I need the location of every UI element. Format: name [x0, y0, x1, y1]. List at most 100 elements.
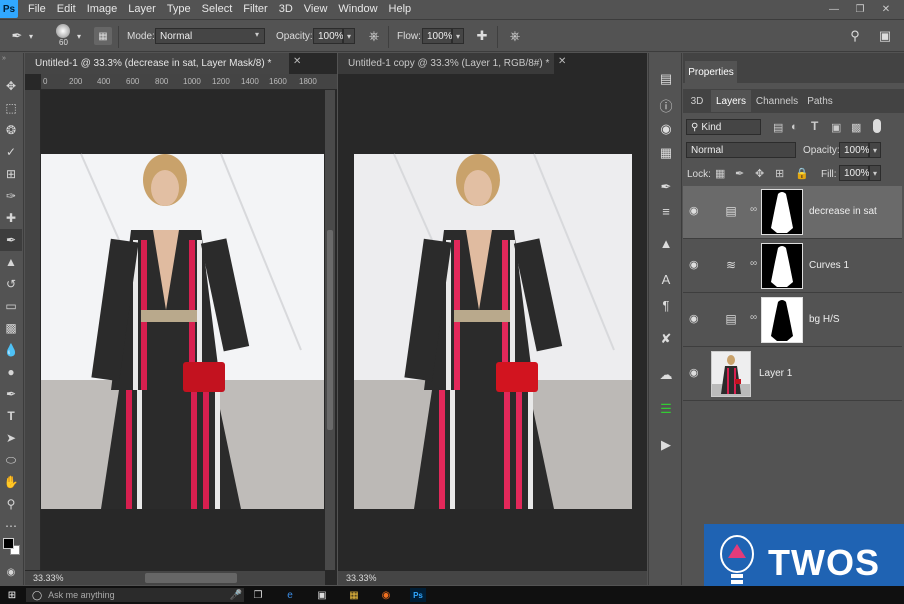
eraser-icon[interactable]: ▭	[0, 295, 22, 317]
link-icon[interactable]: ∞	[750, 258, 757, 269]
tab-channels[interactable]: Channels	[753, 90, 801, 112]
doc-tab-1[interactable]: Untitled-1 @ 33.3% (decrease in sat, Lay…	[25, 53, 289, 74]
layer-thumbnail[interactable]	[711, 351, 751, 397]
close-tab-icon[interactable]: ✕	[558, 56, 580, 72]
lock-artboard-icon[interactable]: ⊞	[775, 167, 784, 180]
menu-select[interactable]: Select	[202, 3, 233, 15]
pressure-size-icon[interactable]: ⎈	[506, 27, 524, 45]
collapse-toolbar-icon[interactable]: »	[2, 55, 6, 62]
blend-mode-select[interactable]: Normal	[686, 142, 796, 158]
lock-pixels-icon[interactable]: ✒	[735, 167, 744, 180]
lock-transparent-icon[interactable]: ▦	[715, 167, 725, 180]
file-explorer-icon[interactable]: ▦	[346, 588, 362, 602]
menu-help[interactable]: Help	[389, 3, 412, 15]
quick-select-icon[interactable]: ✓	[0, 141, 22, 163]
brush-preset-icon[interactable]: ✒	[8, 27, 26, 45]
menu-layer[interactable]: Layer	[128, 3, 156, 15]
layer-name[interactable]: Layer 1	[759, 368, 792, 379]
brush-settings-icon[interactable]: ▦	[94, 27, 112, 45]
mode-select[interactable]: Normal	[155, 28, 265, 44]
pen-icon[interactable]: ✒	[0, 383, 22, 405]
edge-icon[interactable]: e	[282, 588, 298, 602]
canvas-2[interactable]	[354, 90, 632, 570]
layer-row[interactable]: ◉ ≋ ∞ Curves 1	[683, 240, 902, 293]
pressure-opacity-icon[interactable]: ⎈	[365, 27, 383, 45]
brush-panel-icon[interactable]: ✒	[655, 177, 677, 197]
adjustment-filter-icon[interactable]: ◐	[791, 121, 798, 133]
menu-filter[interactable]: Filter	[243, 3, 267, 15]
menu-view[interactable]: View	[304, 3, 328, 15]
opacity-dropdown[interactable]: ▾	[343, 28, 355, 44]
eye-icon[interactable]: ◉	[689, 312, 703, 326]
history-brush-icon[interactable]: ↺	[0, 273, 22, 295]
layer-name[interactable]: Curves 1	[809, 260, 849, 271]
paragraph-icon[interactable]: ¶	[655, 295, 677, 315]
path-select-icon[interactable]: ➤	[0, 427, 22, 449]
color-icon[interactable]: ◉	[655, 119, 677, 139]
fill-dropdown[interactable]: ▾	[869, 165, 881, 181]
pixel-filter-icon[interactable]: ▤	[773, 121, 783, 134]
eye-icon[interactable]: ◉	[689, 258, 703, 272]
airbrush-icon[interactable]: ✚	[473, 27, 491, 45]
shape-filter-icon[interactable]: ▣	[831, 121, 841, 134]
blur-icon[interactable]: 💧	[0, 339, 22, 361]
tab-properties[interactable]: Properties	[685, 61, 737, 83]
tools-preset-icon[interactable]: ✘	[655, 329, 677, 349]
close-icon[interactable]: ✕	[874, 0, 898, 18]
layer-row[interactable]: ◉ ▤ ∞ bg H/S	[683, 294, 902, 347]
adjustments-icon[interactable]: ≡	[655, 201, 677, 221]
flow-dropdown[interactable]: ▾	[452, 28, 464, 44]
tab-paths[interactable]: Paths	[803, 90, 837, 112]
lock-all-icon[interactable]: 🔒	[795, 167, 809, 180]
filter-toggle-icon[interactable]	[873, 119, 881, 133]
marquee-icon[interactable]: ⬚	[0, 97, 22, 119]
menu-file[interactable]: File	[28, 3, 46, 15]
move-icon[interactable]: ✥	[0, 75, 22, 97]
clone-source-icon[interactable]: ▲	[655, 233, 677, 253]
type-icon[interactable]: T	[0, 405, 22, 427]
zoom-level[interactable]: 33.33%	[346, 573, 377, 583]
store-icon[interactable]: ▣	[314, 588, 330, 602]
actions-play-icon[interactable]: ▶	[655, 435, 677, 455]
fill-field[interactable]: 100%	[839, 165, 870, 181]
taskbar-search[interactable]: ◯ Ask me anything	[26, 588, 244, 602]
firefox-icon[interactable]: ◉	[378, 588, 394, 602]
hand-icon[interactable]: ✋	[0, 471, 22, 493]
lock-position-icon[interactable]: ✥	[755, 167, 764, 180]
chevron-down-icon[interactable]: ▾	[26, 27, 36, 45]
smart-object-filter-icon[interactable]: ▩	[851, 121, 861, 134]
brush-icon[interactable]: ✒	[0, 229, 22, 251]
menu-window[interactable]: Window	[338, 3, 377, 15]
flow-field[interactable]: 100%	[422, 28, 453, 44]
more-icon[interactable]: ⋯	[0, 515, 22, 537]
layer-opacity-field[interactable]: 100%	[839, 142, 870, 158]
menu-image[interactable]: Image	[87, 3, 118, 15]
type-filter-icon[interactable]: T	[811, 119, 818, 133]
healing-icon[interactable]: ✚	[0, 207, 22, 229]
foreground-color-swatch[interactable]	[3, 538, 14, 549]
horizontal-scrollbar[interactable]	[145, 573, 237, 583]
dodge-icon[interactable]: ●	[0, 361, 22, 383]
microphone-icon[interactable]: 🎤	[228, 588, 244, 602]
photoshop-taskbar-icon[interactable]: Ps	[410, 588, 426, 602]
swatches-icon[interactable]: ▦	[655, 143, 677, 163]
canvas-1[interactable]	[41, 90, 324, 570]
menu-3d[interactable]: 3D	[279, 3, 293, 15]
zoom-level[interactable]: 33.33%	[33, 573, 64, 583]
layer-mask-thumbnail[interactable]	[761, 243, 803, 289]
histogram-icon[interactable]: ▤	[655, 69, 677, 89]
layer-opacity-dropdown[interactable]: ▾	[869, 142, 881, 158]
layer-filter-select[interactable]: ⚲ Kind	[686, 119, 761, 135]
lasso-icon[interactable]: ❂	[0, 119, 22, 141]
crop-icon[interactable]: ⊞	[0, 163, 22, 185]
eye-icon[interactable]: ◉	[689, 366, 703, 380]
tab-layers[interactable]: Layers	[711, 90, 751, 112]
vertical-scrollbar[interactable]	[325, 90, 335, 570]
character-icon[interactable]: A	[655, 269, 677, 289]
search-icon[interactable]: ⚲	[846, 27, 864, 45]
layer-comps-icon[interactable]: ☰	[655, 399, 677, 419]
gradient-icon[interactable]: ▩	[0, 317, 22, 339]
chevron-down-icon[interactable]: ▾	[74, 27, 84, 45]
task-view-icon[interactable]: ❐	[250, 588, 266, 602]
doc-tab-2[interactable]: Untitled-1 copy @ 33.3% (Layer 1, RGB/8#…	[338, 53, 554, 74]
